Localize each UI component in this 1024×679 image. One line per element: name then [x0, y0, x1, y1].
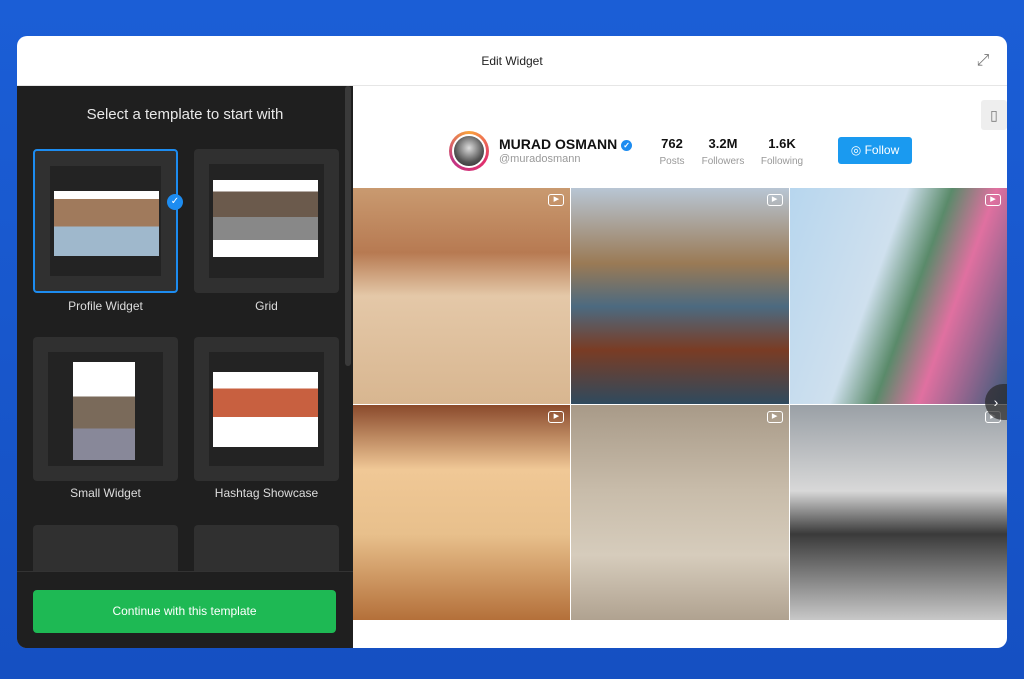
instagram-icon: ◎ — [850, 143, 862, 157]
avatar — [449, 131, 489, 171]
photo-post[interactable]: ▸ — [353, 188, 571, 404]
scrollbar[interactable] — [345, 86, 351, 366]
template-label: Hashtag Showcase — [214, 486, 319, 500]
stat-value: 1.6K — [768, 136, 796, 151]
photo-post[interactable]: ▸ — [571, 188, 789, 404]
template-sidebar: Select a template to start with ✓ Profil… — [17, 86, 353, 648]
continue-button[interactable]: Continue with this template — [33, 590, 336, 633]
follow-label: Follow — [864, 143, 900, 157]
template-hashtag-showcase[interactable] — [194, 337, 339, 481]
stat-label: Posts — [659, 156, 685, 167]
expand-icon[interactable]: ⤢ — [973, 51, 993, 71]
video-icon: ▸ — [984, 194, 1001, 206]
photo-post[interactable]: ▸ — [789, 404, 1007, 620]
template-grid[interactable] — [194, 149, 339, 293]
video-icon: ▸ — [766, 410, 783, 423]
stat-label: Followers — [701, 156, 745, 167]
photo-post[interactable]: ▸ — [789, 188, 1007, 404]
widget-preview: ▯ MURAD OSMANN ✓ @muradosmann 762 Posts 3… — [353, 86, 1007, 648]
profile-name: MURAD OSMANN ✓ — [499, 136, 633, 152]
video-icon: ▸ — [548, 194, 565, 206]
photo-post[interactable]: ▸ — [571, 404, 789, 620]
template-label: Profile Widget — [68, 299, 143, 313]
video-icon: ▸ — [548, 410, 565, 423]
stat-label: Following — [760, 156, 804, 167]
video-icon: ▸ — [766, 194, 783, 206]
window-title: Edit Widget — [481, 54, 543, 68]
edit-widget-window: Edit Widget ⤢ Select a template to start… — [17, 36, 1007, 648]
mobile-view-icon[interactable]: ▯ — [981, 100, 1007, 130]
template-label: Small Widget — [70, 486, 141, 500]
sidebar-footer: Continue with this template — [17, 571, 353, 648]
stat-value: 3.2M — [708, 136, 738, 151]
template-label: Grid — [255, 299, 278, 313]
photo-grid: ▸ ▸ ▸ ▸ ▸ ▸ — [353, 188, 1007, 620]
selected-check-icon: ✓ — [167, 194, 183, 210]
sidebar-heading: Select a template to start with — [86, 106, 284, 123]
profile-handle: @muradosmann — [499, 153, 581, 165]
window-header: Edit Widget ⤢ — [17, 36, 1007, 86]
follow-button[interactable]: ◎ Follow — [838, 137, 912, 164]
verified-icon: ✓ — [621, 140, 633, 151]
template-profile-widget[interactable] — [33, 149, 178, 293]
stat-following: 1.6K Following — [752, 136, 812, 169]
photo-post[interactable]: ▸ — [353, 404, 571, 620]
template-small-widget[interactable] — [33, 337, 178, 481]
profile-name-text: MURAD OSMANN — [499, 136, 618, 152]
stat-followers: 3.2M Followers — [693, 136, 753, 169]
